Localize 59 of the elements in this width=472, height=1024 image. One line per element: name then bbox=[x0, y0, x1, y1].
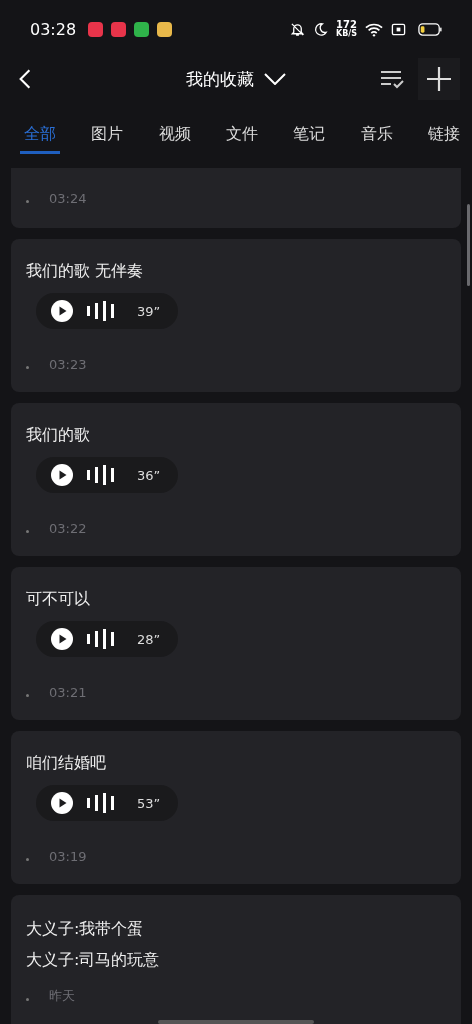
app-notification-icon bbox=[134, 21, 150, 37]
dot-icon bbox=[26, 366, 29, 369]
voice-message[interactable]: 28” bbox=[36, 621, 179, 657]
screen-cast-icon bbox=[391, 21, 406, 37]
network-speed-unit: KB/S bbox=[336, 30, 357, 38]
category-tab[interactable]: 音乐 bbox=[356, 122, 397, 154]
status-time: 03:28 bbox=[30, 19, 77, 39]
voice-message[interactable]: 53” bbox=[36, 785, 179, 821]
category-tab[interactable]: 文件 bbox=[222, 122, 262, 154]
favorite-card[interactable]: 我们的歌 36” 03:22 bbox=[11, 403, 461, 556]
category-tab[interactable]: 链接 bbox=[423, 122, 464, 154]
title-dropdown[interactable]: 我的收藏 bbox=[182, 63, 290, 95]
play-icon bbox=[51, 300, 73, 322]
sound-wave-icon bbox=[87, 793, 115, 813]
app-notification-icon bbox=[88, 21, 104, 37]
item-title: 我们的歌 无伴奏 bbox=[26, 260, 144, 282]
list-check-icon bbox=[380, 69, 404, 89]
play-icon bbox=[51, 628, 73, 650]
sound-wave-icon bbox=[87, 465, 115, 485]
item-title: 我们的歌 bbox=[26, 424, 90, 446]
moon-icon bbox=[313, 21, 328, 37]
dot-icon bbox=[26, 997, 29, 1001]
favorite-card[interactable]: 大义子:我带个蛋 大义子:司马的玩意 昨天 bbox=[11, 895, 461, 1024]
add-button[interactable] bbox=[418, 58, 460, 100]
item-text-line: 大义子:司马的玩意 bbox=[26, 949, 160, 971]
wifi-icon bbox=[365, 21, 383, 37]
category-tab[interactable]: 图片 bbox=[87, 122, 128, 154]
battery-icon bbox=[418, 22, 442, 36]
item-time: 03:21 bbox=[49, 685, 87, 700]
dot-icon bbox=[26, 858, 29, 861]
app-notification-icon bbox=[157, 21, 173, 37]
dot-icon bbox=[26, 530, 29, 533]
item-time: 昨天 bbox=[49, 987, 75, 1005]
voice-message[interactable]: 39” bbox=[36, 293, 179, 329]
favorite-card[interactable]: 咱们结婚吧 53” 03:19 bbox=[11, 731, 461, 884]
sound-wave-icon bbox=[87, 301, 115, 321]
item-time: 03:22 bbox=[49, 521, 87, 536]
play-icon bbox=[51, 792, 73, 814]
favorite-card[interactable]: 可不可以 28” 03:21 bbox=[11, 567, 461, 720]
dot-icon bbox=[26, 199, 29, 203]
app-notification-icon bbox=[111, 21, 127, 37]
item-text-line: 大义子:我带个蛋 bbox=[26, 918, 144, 940]
sound-wave-icon bbox=[87, 629, 115, 649]
dot-icon bbox=[26, 694, 29, 697]
voice-message[interactable]: 36” bbox=[36, 457, 179, 493]
play-icon bbox=[51, 464, 73, 486]
item-title: 咱们结婚吧 bbox=[26, 752, 106, 774]
category-tab[interactable]: 视频 bbox=[154, 122, 195, 154]
item-time: 03:19 bbox=[49, 849, 87, 864]
plus-icon bbox=[426, 66, 452, 92]
bell-muted-icon bbox=[290, 21, 305, 37]
category-tab[interactable]: 笔记 bbox=[289, 122, 330, 154]
item-time: 03:24 bbox=[49, 190, 87, 206]
favorite-card[interactable]: 我们的歌 无伴奏 39” 03:23 bbox=[11, 239, 461, 392]
chevron-down-icon bbox=[264, 73, 286, 85]
network-speed: 172 bbox=[336, 20, 357, 30]
item-time: 03:23 bbox=[49, 357, 87, 372]
category-tab[interactable]: 全部 bbox=[20, 122, 60, 154]
item-title: 可不可以 bbox=[26, 588, 90, 610]
